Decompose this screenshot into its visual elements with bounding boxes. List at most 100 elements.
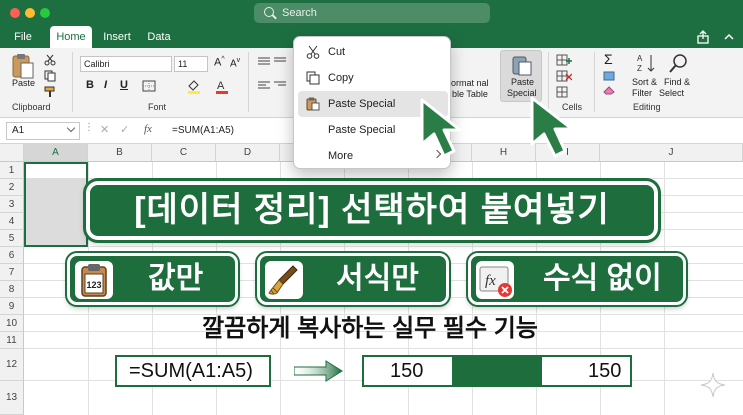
tab-data[interactable]: Data xyxy=(144,26,174,48)
cancel-icon[interactable]: ✕ xyxy=(100,123,109,136)
column-header[interactable]: J xyxy=(600,144,743,162)
autosum-icon[interactable]: Σ xyxy=(604,51,613,67)
column-header[interactable]: A xyxy=(24,144,88,162)
font-size-select[interactable]: 11 xyxy=(174,56,208,72)
fill-down-icon[interactable] xyxy=(603,71,615,81)
align-top-icon[interactable] xyxy=(258,56,288,66)
sort-filter-label-2[interactable]: Filter xyxy=(632,88,652,98)
clipboard-123-icon: 123 xyxy=(75,261,113,299)
row-header[interactable]: 9 xyxy=(0,298,24,315)
font-family-select[interactable]: Calibri xyxy=(80,56,172,72)
format-as-table-label-1[interactable]: ormat nal xyxy=(451,78,489,88)
increase-font-icon[interactable]: A^ xyxy=(214,56,225,69)
underline-button[interactable]: U xyxy=(120,79,128,91)
column-header[interactable]: C xyxy=(152,144,216,162)
gridline xyxy=(24,348,743,349)
tab-insert[interactable]: Insert xyxy=(100,26,134,48)
copy-icon xyxy=(306,71,320,85)
bold-button[interactable]: B xyxy=(86,79,94,91)
format-painter-icon[interactable] xyxy=(44,86,56,98)
chip-label: 수식 없이 xyxy=(543,262,662,295)
copy-icon[interactable] xyxy=(44,70,56,82)
row-header[interactable]: 5 xyxy=(0,230,24,247)
chip1-icon-text: 123 xyxy=(86,280,101,290)
title-banner: [데이터 정리] 선택하여 붙여넣기 xyxy=(86,181,658,240)
svg-text:A: A xyxy=(637,54,643,63)
row-header[interactable]: 13 xyxy=(0,381,24,415)
title-bar: Search xyxy=(0,0,743,26)
row-header[interactable]: 6 xyxy=(0,247,24,264)
share-icon[interactable] xyxy=(696,30,710,44)
mouse-cursor-icon xyxy=(420,98,462,158)
row-header[interactable]: 4 xyxy=(0,213,24,230)
chip-label: 서식만 xyxy=(336,262,419,295)
tab-file[interactable]: File xyxy=(8,26,38,48)
cut-icon[interactable] xyxy=(44,54,56,66)
minimize-window-button[interactable] xyxy=(25,8,35,18)
search-input[interactable]: Search xyxy=(254,3,490,23)
column-header[interactable]: B xyxy=(88,144,152,162)
italic-button[interactable]: I xyxy=(104,79,107,91)
find-select-icon[interactable] xyxy=(668,52,690,74)
menu-item-copy[interactable]: Copy xyxy=(298,65,448,91)
row-header[interactable]: 2 xyxy=(0,179,24,196)
more-dots-icon[interactable]: ⋮ xyxy=(84,122,94,133)
enter-icon[interactable]: ✓ xyxy=(120,123,129,136)
maximize-window-button[interactable] xyxy=(40,8,50,18)
divider xyxy=(248,52,249,112)
paste-icon[interactable] xyxy=(10,52,36,80)
delete-cells-icon[interactable] xyxy=(556,70,572,82)
corner-select-all[interactable] xyxy=(0,144,24,162)
column-header[interactable]: H xyxy=(472,144,536,162)
menu-item-label: More xyxy=(328,150,354,162)
example-value-right: 150 xyxy=(540,355,632,387)
gridline xyxy=(24,178,743,179)
gridline xyxy=(24,246,743,247)
borders-icon[interactable] xyxy=(142,80,156,92)
green-highlight-bar xyxy=(452,355,542,387)
align-left-icon[interactable] xyxy=(258,80,288,90)
search-icon xyxy=(264,7,274,17)
chip-formats-only: 서식만 xyxy=(257,253,449,305)
editing-group-label: Editing xyxy=(633,102,661,112)
decrease-font-icon[interactable]: Av xyxy=(230,57,240,69)
collapse-ribbon-icon[interactable] xyxy=(722,30,736,44)
find-select-label-1[interactable]: Find & xyxy=(664,77,690,87)
font-color-icon[interactable]: A xyxy=(214,78,230,94)
row-header[interactable]: 1 xyxy=(0,162,24,179)
clear-icon[interactable] xyxy=(603,85,615,95)
row-header[interactable]: 8 xyxy=(0,281,24,298)
search-placeholder: Search xyxy=(282,7,317,19)
sort-filter-icon[interactable]: A Z xyxy=(636,52,658,74)
example-value-left: 150 xyxy=(362,355,454,387)
paste-icon xyxy=(306,97,320,111)
close-window-button[interactable] xyxy=(10,8,20,18)
menu-item-label: Paste Special xyxy=(328,124,396,136)
svg-text:Z: Z xyxy=(637,64,642,73)
active-cell[interactable] xyxy=(26,164,86,178)
paste-special-icon xyxy=(512,56,532,76)
chip3-icon-text: fx xyxy=(485,273,496,289)
fill-color-icon[interactable] xyxy=(186,78,202,94)
sparkle-icon xyxy=(700,372,726,398)
row-header[interactable]: 12 xyxy=(0,349,24,381)
divider xyxy=(594,52,595,112)
insert-cells-icon[interactable] xyxy=(556,54,572,66)
column-header[interactable]: D xyxy=(216,144,280,162)
chip-no-formulas: fx 수식 없이 xyxy=(468,253,686,305)
insert-function-button[interactable]: fx xyxy=(144,123,152,135)
tab-home[interactable]: Home xyxy=(50,26,92,48)
row-header[interactable]: 3 xyxy=(0,196,24,213)
row-header[interactable]: 10 xyxy=(0,315,24,332)
divider xyxy=(72,52,73,112)
menu-item-cut[interactable]: Cut xyxy=(298,39,448,65)
chip-values-only: 123 값만 xyxy=(67,253,238,305)
sort-filter-label-1[interactable]: Sort & xyxy=(632,77,657,87)
formula-input[interactable]: =SUM(A1:A5) xyxy=(172,122,234,140)
right-arrow-icon xyxy=(294,360,343,382)
row-header[interactable]: 11 xyxy=(0,332,24,349)
example-formula: =SUM(A1:A5) xyxy=(115,355,271,387)
row-header[interactable]: 7 xyxy=(0,264,24,281)
paste-button-label[interactable]: Paste xyxy=(12,78,35,88)
find-select-label-2[interactable]: Select xyxy=(659,88,684,98)
